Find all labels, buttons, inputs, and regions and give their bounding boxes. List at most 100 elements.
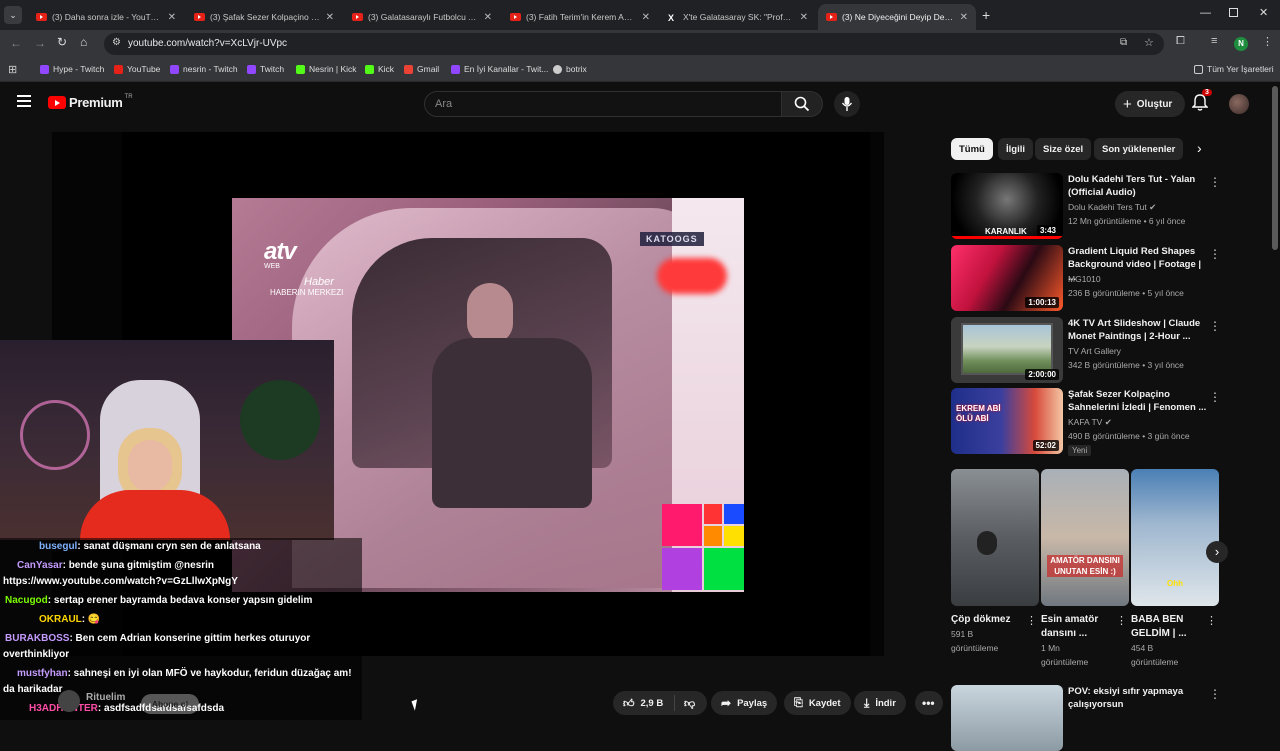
bookmark-item[interactable]: Hype - Twitch: [40, 64, 104, 74]
channel-avatar[interactable]: [58, 690, 80, 712]
short-thumbnail[interactable]: AMATÖR DANSINI UNUTAN ESİN :): [1041, 469, 1129, 606]
bookmark-item[interactable]: En İyi Kanallar - Twit...: [451, 64, 548, 74]
youtube-logo[interactable]: Premium TR: [48, 94, 133, 110]
browser-tab[interactable]: (3) Fatih Terim'in Kerem Aktürk ✕: [502, 4, 658, 30]
create-button[interactable]: + Oluştur: [1115, 91, 1185, 117]
shorts-next-button[interactable]: ›: [1206, 541, 1228, 563]
subscribe-button[interactable]: Abone ol: [141, 694, 199, 714]
apps-grid-icon[interactable]: ⊞: [8, 63, 17, 76]
more-actions-button[interactable]: •••: [915, 691, 943, 715]
media-control-icon[interactable]: ≡: [1211, 35, 1217, 47]
more-vert-icon[interactable]: ⋮: [1206, 614, 1217, 627]
save-button[interactable]: ⎘ Kaydet: [784, 691, 851, 715]
home-icon[interactable]: ⌂: [80, 35, 87, 49]
browser-menu-icon[interactable]: ⋮: [1262, 35, 1273, 48]
dislike-button[interactable]: 👎︎: [675, 697, 695, 710]
forward-icon[interactable]: →: [34, 36, 46, 50]
like-button[interactable]: 👍︎ 2,9 B: [613, 695, 675, 711]
close-icon[interactable]: ✕: [168, 12, 176, 23]
video-title[interactable]: 4K TV Art Slideshow | Claude Monet Paint…: [1068, 317, 1208, 343]
video-thumbnail[interactable]: 2:00:00: [951, 317, 1063, 383]
close-icon[interactable]: ✕: [642, 12, 650, 23]
restore-icon[interactable]: [1229, 8, 1238, 17]
chip-for-you[interactable]: Size özel: [1035, 138, 1092, 160]
reload-icon[interactable]: ↻: [57, 35, 67, 49]
avatar[interactable]: [1229, 94, 1249, 114]
close-window-icon[interactable]: ✕: [1259, 6, 1268, 19]
all-bookmarks[interactable]: Tüm Yer İşaretleri: [1194, 64, 1274, 74]
install-app-icon[interactable]: ⧉: [1120, 37, 1127, 48]
short-thumbnail[interactable]: Ohh: [1131, 469, 1219, 606]
channel-name[interactable]: Dolu Kadehi Ters Tut ✔: [1068, 202, 1156, 213]
short-title[interactable]: BABA BEN GELDİM | ...: [1131, 613, 1209, 641]
short-card[interactable]: Ohh BABA BEN GELDİM | ... 454 B görüntül…: [1131, 469, 1219, 669]
new-tab-button[interactable]: +: [982, 7, 990, 23]
tab-search-dropdown[interactable]: ⌄: [4, 6, 22, 24]
more-vert-icon[interactable]: ⋮: [1116, 614, 1127, 627]
minimize-icon[interactable]: —: [1200, 7, 1211, 19]
video-thumbnail[interactable]: [951, 685, 1063, 751]
bookmark-item[interactable]: botrix: [553, 64, 587, 74]
browser-tab[interactable]: X X'te Galatasaray SK: "Profesyon ✕: [660, 4, 816, 30]
video-thumbnail[interactable]: EKREM ABİ ÖLÜ ABİ 52:02: [951, 388, 1063, 454]
bookmark-item[interactable]: YouTube: [114, 64, 160, 74]
youtube-icon: [826, 13, 837, 21]
chip-recently-uploaded[interactable]: Son yüklenenler: [1094, 138, 1184, 160]
bookmark-item[interactable]: Kick: [365, 64, 394, 74]
short-thumbnail[interactable]: [951, 469, 1039, 606]
browser-tab[interactable]: (3) Daha sonra izle - YouTube ✕: [28, 4, 184, 30]
video-thumbnail[interactable]: 1:00:13: [951, 245, 1063, 311]
bookmark-star-icon[interactable]: ☆: [1144, 36, 1154, 49]
recommendation-card[interactable]: POV: eksiyi sıfır yapmaya çalışıyorsun ⋮: [951, 685, 1241, 751]
close-icon[interactable]: ✕: [326, 12, 334, 23]
menu-icon[interactable]: [17, 95, 31, 107]
more-vert-icon[interactable]: ⋮: [1026, 614, 1037, 627]
page-scrollbar[interactable]: [1272, 86, 1278, 250]
channel-name[interactable]: Rituelim: [86, 692, 125, 703]
notifications-button[interactable]: 3: [1191, 89, 1212, 117]
more-vert-icon[interactable]: ⋮: [1209, 390, 1221, 404]
recommendation-card[interactable]: 2:00:00 4K TV Art Slideshow | Claude Mon…: [951, 317, 1241, 383]
video-title[interactable]: Şafak Sezer Kolpaçino Sahnelerini İzledi…: [1068, 388, 1208, 414]
channel-name[interactable]: TV Art Gallery: [1068, 346, 1121, 356]
video-thumbnail[interactable]: KARANLIK 3:43: [951, 173, 1063, 239]
recommendation-card[interactable]: KARANLIK 3:43 Dolu Kadehi Ters Tut - Yal…: [951, 173, 1241, 239]
bookmark-item[interactable]: Gmail: [404, 64, 439, 74]
voice-search-button[interactable]: [834, 91, 860, 117]
download-button[interactable]: ⤓ İndir: [854, 691, 906, 715]
video-title[interactable]: Dolu Kadehi Ters Tut - Yalan (Official A…: [1068, 173, 1208, 199]
close-icon[interactable]: ✕: [960, 12, 968, 23]
short-title[interactable]: Esin amatör dansını ...: [1041, 613, 1119, 641]
short-card[interactable]: Çöp dökmez 591 B görüntüleme ⋮: [951, 469, 1039, 655]
search-input[interactable]: [425, 92, 755, 116]
more-vert-icon[interactable]: ⋮: [1209, 319, 1221, 333]
chip-all[interactable]: Tümü: [951, 138, 993, 160]
close-icon[interactable]: ✕: [800, 12, 808, 23]
share-button[interactable]: ➦ Paylaş: [711, 691, 778, 715]
more-vert-icon[interactable]: ⋮: [1209, 687, 1221, 701]
recommendation-card[interactable]: EKREM ABİ ÖLÜ ABİ 52:02 Şafak Sezer Kolp…: [951, 388, 1241, 456]
browser-tab[interactable]: (3) Şafak Sezer Kolpaçino Sahne ✕: [186, 4, 342, 30]
browser-tab[interactable]: (3) Galatasaraylı Futbolcu Ahme ✕: [344, 4, 500, 30]
bookmark-item[interactable]: nesrin - Twitch: [170, 64, 238, 74]
search-button[interactable]: [781, 91, 823, 117]
recommendation-card[interactable]: 1:00:13 Gradient Liquid Red Shapes Backg…: [951, 245, 1241, 311]
channel-name[interactable]: KAFA TV ✔: [1068, 417, 1112, 428]
browser-tab-active[interactable]: (3) Ne Diyeceğini Deyip Demey ✕: [818, 4, 976, 30]
more-vert-icon[interactable]: ⋮: [1209, 247, 1221, 261]
bookmark-item[interactable]: Nesrin | Kick: [296, 64, 357, 74]
chip-related[interactable]: İlgili: [998, 138, 1033, 160]
back-icon[interactable]: ←: [10, 36, 22, 50]
bookmark-item[interactable]: Twitch: [247, 64, 284, 74]
short-title[interactable]: Çöp dökmez: [951, 613, 1029, 627]
address-bar[interactable]: ⚙ youtube.com/watch?v=XcLVjr-UVpc ⧉ ☆: [104, 33, 1164, 55]
close-icon[interactable]: ✕: [484, 12, 492, 23]
channel-name[interactable]: MG1010: [1068, 274, 1101, 284]
video-title[interactable]: POV: eksiyi sıfır yapmaya çalışıyorsun: [1068, 685, 1208, 711]
short-card[interactable]: AMATÖR DANSINI UNUTAN ESİN :) Esin amatö…: [1041, 469, 1129, 669]
profile-avatar[interactable]: N: [1234, 37, 1248, 51]
more-vert-icon[interactable]: ⋮: [1209, 175, 1221, 189]
chevron-right-icon[interactable]: ›: [1197, 140, 1202, 156]
site-info-icon[interactable]: ⚙: [112, 37, 121, 48]
extensions-icon[interactable]: ⧠: [1176, 35, 1185, 48]
